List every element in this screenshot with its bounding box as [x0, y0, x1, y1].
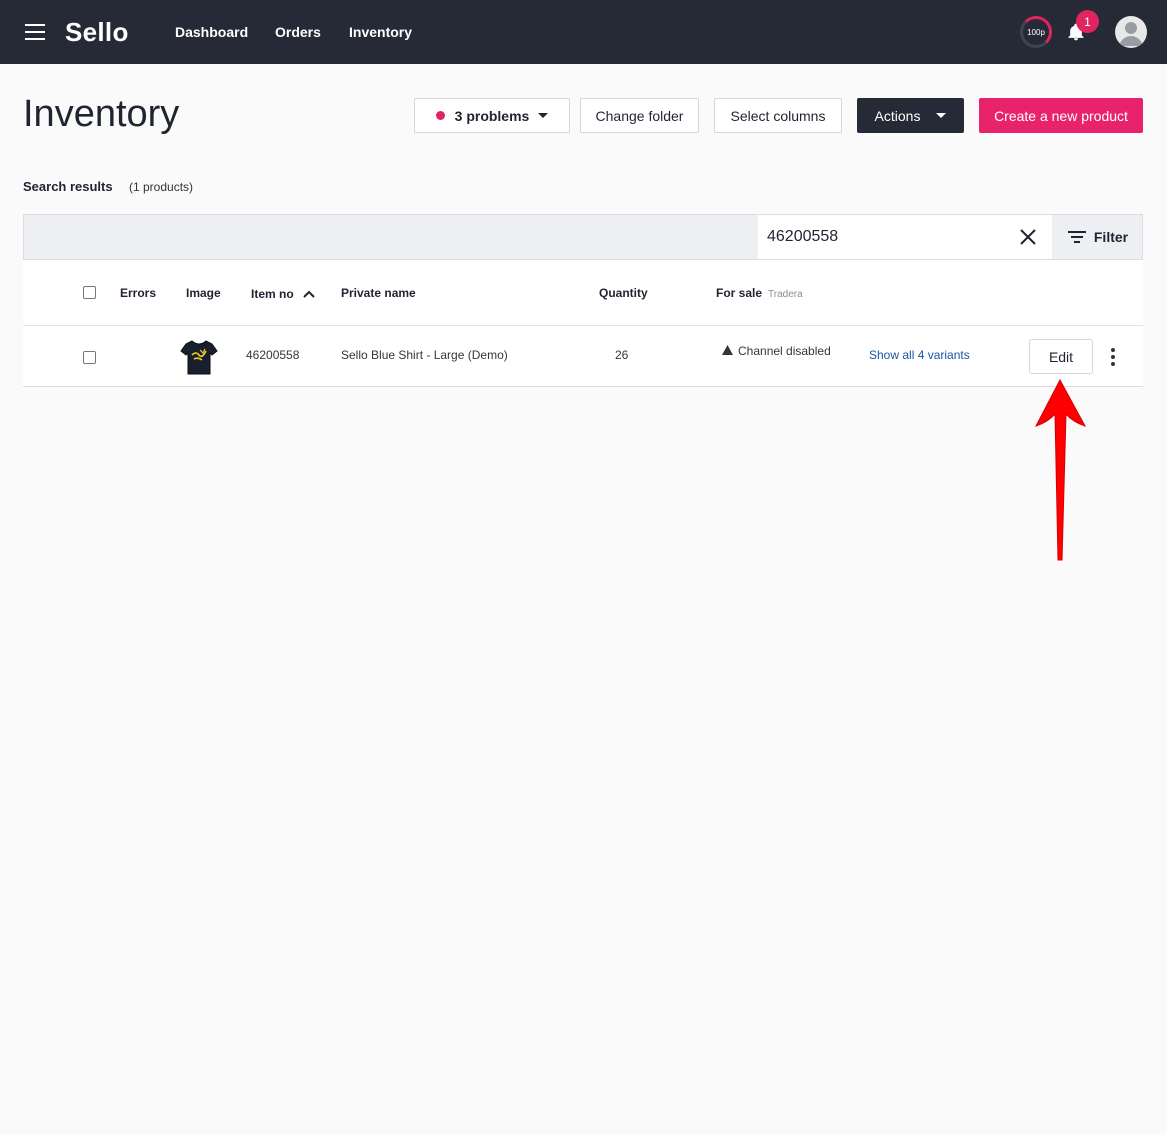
problems-label: 3 problems [454, 107, 530, 124]
edit-button[interactable]: Edit [1029, 339, 1093, 374]
product-thumbnail[interactable] [180, 338, 218, 376]
notification-count-badge[interactable]: 1 [1076, 10, 1099, 33]
sort-ascending-icon [303, 290, 315, 298]
actions-dropdown-button[interactable]: Actions [857, 98, 964, 133]
private-name-cell: Sello Blue Shirt - Large (Demo) [341, 348, 508, 362]
column-item-no[interactable]: Item no [251, 287, 315, 301]
products-table: Errors Image Item no Private name Quanti… [23, 260, 1143, 387]
filter-icon [1067, 231, 1086, 243]
search-results-label: Search results [23, 179, 113, 194]
caret-down-icon [936, 113, 947, 118]
item-no-cell: 46200558 [246, 348, 300, 362]
hamburger-menu-icon[interactable] [25, 24, 45, 40]
quota-indicator[interactable]: 100p [1020, 16, 1052, 48]
close-icon[interactable] [1019, 228, 1037, 246]
top-nav-bar: Sello Dashboard Orders Inventory 100p 1 [0, 0, 1167, 64]
select-all-checkbox[interactable] [83, 286, 96, 299]
show-variants-link[interactable]: Show all 4 variants [869, 348, 970, 362]
brand-logo[interactable]: Sello [65, 17, 129, 48]
more-vertical-icon[interactable] [1108, 348, 1118, 366]
column-item-no-label: Item no [251, 287, 294, 301]
channel-status-cell: Channel disabled [722, 344, 831, 358]
warning-icon [722, 345, 733, 355]
column-errors[interactable]: Errors [120, 286, 156, 300]
channel-status-label: Channel disabled [738, 344, 831, 358]
change-folder-button[interactable]: Change folder [580, 98, 699, 133]
nav-orders[interactable]: Orders [275, 24, 321, 40]
caret-down-icon [538, 113, 549, 118]
annotation-arrow-icon [1034, 378, 1087, 561]
user-avatar[interactable] [1115, 16, 1147, 48]
filter-label: Filter [1093, 229, 1129, 245]
column-for-sale[interactable]: For sale Tradera [716, 286, 803, 300]
nav-dashboard[interactable]: Dashboard [175, 24, 248, 40]
filter-button[interactable]: Filter [1052, 215, 1144, 259]
column-quantity[interactable]: Quantity [599, 286, 648, 300]
search-bar: Filter [23, 214, 1143, 260]
user-icon [1119, 22, 1143, 46]
column-private-name[interactable]: Private name [341, 286, 416, 300]
row-checkbox[interactable] [83, 351, 96, 364]
column-for-sale-channel: Tradera [768, 289, 803, 300]
quantity-cell: 26 [615, 348, 629, 362]
nav-inventory[interactable]: Inventory [349, 24, 412, 40]
select-columns-button[interactable]: Select columns [714, 98, 842, 133]
page-title: Inventory [23, 93, 180, 135]
problem-indicator-dot [435, 111, 445, 120]
table-header: Errors Image Item no Private name Quanti… [23, 260, 1143, 326]
search-input[interactable] [758, 215, 1052, 259]
column-image[interactable]: Image [186, 286, 221, 300]
search-results-count: (1 products) [129, 180, 194, 194]
actions-label: Actions [874, 107, 921, 124]
problems-dropdown-button[interactable]: 3 problems [414, 98, 570, 133]
column-for-sale-label: For sale [716, 286, 763, 300]
create-product-button[interactable]: Create a new product [979, 98, 1143, 133]
